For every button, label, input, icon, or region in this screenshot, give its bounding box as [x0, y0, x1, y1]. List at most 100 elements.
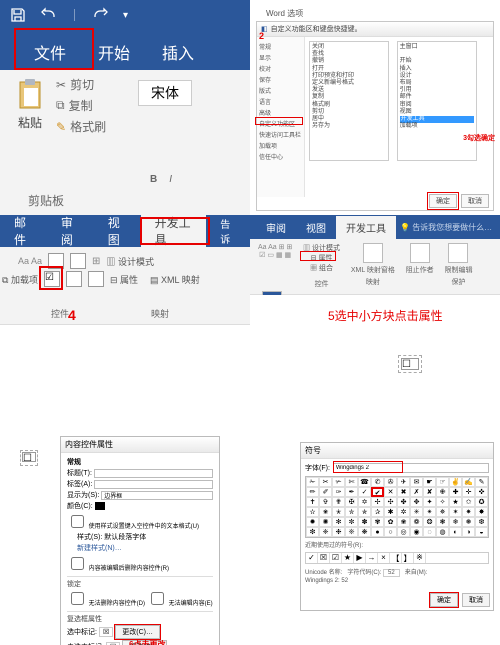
symbol-cell[interactable]: ❄ — [449, 517, 462, 527]
symbol-cell[interactable]: ◑ — [462, 527, 475, 537]
symbol-cell[interactable]: ☛ — [423, 477, 436, 487]
symbol-cell[interactable]: ✣ — [384, 497, 397, 507]
undo-icon[interactable] — [40, 7, 56, 23]
symbol-cell[interactable]: ◎ — [397, 527, 410, 537]
symbol-cell[interactable]: ✈ — [397, 477, 410, 487]
symbol-cell[interactable]: ✽ — [358, 517, 371, 527]
block-authors-icon[interactable] — [410, 243, 430, 263]
symbol-cell[interactable]: ✳ — [410, 507, 423, 517]
symbol-cell[interactable]: ✲ — [397, 507, 410, 517]
tab-review[interactable]: 审阅 — [256, 216, 296, 239]
symbol-cell[interactable]: ◐ — [449, 527, 462, 537]
symbol-cell[interactable]: ● — [371, 527, 384, 537]
tell-me[interactable]: 💡 告诉我您想要做什么… — [400, 222, 492, 233]
recent-symbols[interactable]: ✓☒☑ ★▶→ ×【】 ※ — [305, 552, 489, 564]
symbol-cell[interactable]: ✠ — [345, 497, 358, 507]
symbol-cell[interactable]: ✑ — [332, 487, 345, 497]
symbol-cell[interactable]: ✖ — [397, 487, 410, 497]
checkbox-content-control[interactable]: ☐ — [398, 355, 422, 373]
symbol-cell[interactable]: ✢ — [371, 497, 384, 507]
symbol-cell[interactable]: ✌ — [449, 477, 462, 487]
restrict-edit-icon[interactable] — [448, 243, 468, 263]
symbol-cell[interactable]: ❃ — [436, 517, 449, 527]
ok-button[interactable]: 确定 — [429, 194, 457, 208]
symbol-cell[interactable]: ✸ — [475, 507, 488, 517]
symbol-cell[interactable]: ✚ — [449, 487, 462, 497]
commands-list[interactable]: 关闭查找撤销 打开打印预览和打印定义新编号格式 发送复制格式刷 剪切居中另存为 — [309, 41, 389, 161]
symbol-cell[interactable]: ✜ — [475, 487, 488, 497]
cut-button[interactable]: ✂剪切 — [56, 74, 106, 95]
control-icon[interactable] — [70, 253, 86, 269]
symbol-cell[interactable]: ❋ — [358, 527, 371, 537]
options-sidebar[interactable]: 常规显示校对 保存版式语言 高级 自定义功能区 快速访问工具栏加载项信任中心 — [257, 37, 305, 197]
symbol-cell[interactable]: ✵ — [436, 507, 449, 517]
symbol-cell[interactable]: ✙ — [436, 487, 449, 497]
copy-button[interactable]: ⧉复制 — [56, 95, 106, 116]
symbol-cell[interactable]: ◌ — [423, 527, 436, 537]
symbol-cell[interactable]: ✬ — [319, 507, 332, 517]
symbol-cell[interactable]: ✛ — [462, 487, 475, 497]
symbol-cell[interactable]: ❀ — [397, 517, 410, 527]
design-mode-button[interactable]: ▥ 设计模式 — [106, 255, 154, 268]
symbol-cell[interactable]: ✟ — [332, 497, 345, 507]
symbol-cell[interactable]: ✿ — [384, 517, 397, 527]
symbol-cell[interactable]: ✍ — [462, 477, 475, 487]
checkbox-control[interactable]: ☑ — [44, 271, 60, 287]
symbol-cell[interactable]: ✃ — [332, 477, 345, 487]
developer-tab-item[interactable]: 开发工具 — [400, 116, 474, 123]
symbol-cell[interactable]: ◉ — [410, 527, 423, 537]
tab-view[interactable]: 视图 — [296, 216, 336, 239]
symbol-cell[interactable]: ✦ — [423, 497, 436, 507]
ribbon-tabs-list[interactable]: 主窗口 开始 插入设计布局 引用邮件审阅 视图 开发工具 加载项 — [397, 41, 477, 161]
symbol-cell[interactable]: ✥ — [410, 497, 423, 507]
symbol-cell[interactable]: ✗ — [410, 487, 423, 497]
symbol-cell[interactable]: ✯ — [358, 507, 371, 517]
tag-input[interactable] — [94, 480, 213, 489]
symbol-cell[interactable]: ✘ — [423, 487, 436, 497]
symbol-cell[interactable]: ❆ — [475, 517, 488, 527]
symbol-cell[interactable]: ✄ — [345, 477, 358, 487]
checkbox-content-control[interactable]: ☐ — [20, 450, 38, 466]
symbol-cell[interactable]: ✺ — [319, 517, 332, 527]
symbol-cell[interactable]: ❇ — [306, 527, 319, 537]
control-icon[interactable] — [66, 271, 82, 287]
symbol-cell[interactable]: ❈ — [319, 527, 332, 537]
symbol-cell[interactable]: ✒ — [345, 487, 358, 497]
tab-insert[interactable]: 插入 — [146, 34, 210, 70]
symbol-cell[interactable]: ❅ — [462, 517, 475, 527]
symbol-cell[interactable]: ✩ — [462, 497, 475, 507]
symbol-cell[interactable]: ✔ — [371, 487, 384, 497]
symbol-cell[interactable]: ✰ — [371, 507, 384, 517]
properties-button[interactable]: ⊟ 属性 — [303, 253, 340, 263]
paste-button[interactable]: 粘贴 — [8, 74, 52, 137]
symbol-cell[interactable]: ★ — [449, 497, 462, 507]
title-input[interactable] — [94, 469, 213, 478]
symbol-cell[interactable]: ✹ — [306, 517, 319, 527]
font-name-box[interactable]: 宋体 — [138, 80, 192, 106]
cancel-button[interactable]: 取消 — [461, 194, 489, 208]
symbol-cell[interactable]: ✴ — [423, 507, 436, 517]
symbol-cell[interactable]: ○ — [384, 527, 397, 537]
redo-icon[interactable] — [93, 7, 109, 23]
symbol-cell[interactable]: ✶ — [449, 507, 462, 517]
symbol-cell[interactable]: ✆ — [371, 477, 384, 487]
symbol-cell[interactable]: ✏ — [306, 487, 319, 497]
tab-developer[interactable]: 开发工具 — [336, 216, 396, 239]
symbol-cell[interactable]: ✐ — [319, 487, 332, 497]
symbol-cell[interactable]: ◒ — [475, 527, 488, 537]
addins-label[interactable]: ⧉ 加载项 — [2, 273, 38, 286]
format-painter-button[interactable]: ✎格式刷 — [56, 116, 106, 137]
symbol-cell[interactable]: ✾ — [371, 517, 384, 527]
ok-button[interactable]: 确定 — [430, 593, 458, 607]
xml-map-icon[interactable] — [363, 243, 383, 263]
symbol-cell[interactable]: ✉ — [410, 477, 423, 487]
symbol-cell[interactable]: ◍ — [436, 527, 449, 537]
symbol-cell[interactable]: ✻ — [332, 517, 345, 527]
symbol-grid[interactable]: ✁✂✃✄☎✆✇✈✉☛☞✌✍✎✏✐✑✒✓✔✕✖✗✘✙✚✛✜✝✞✟✠✡✢✣✤✥✦✧★… — [305, 476, 489, 538]
control-icon[interactable] — [88, 271, 104, 287]
symbol-cell[interactable]: ✡ — [358, 497, 371, 507]
symbol-cell[interactable]: ☞ — [436, 477, 449, 487]
change-checked-button[interactable]: 更改(C)… — [115, 625, 160, 639]
symbol-cell[interactable]: ❁ — [410, 517, 423, 527]
xml-mapping-button[interactable]: ▤ XML 映射 — [150, 273, 200, 286]
